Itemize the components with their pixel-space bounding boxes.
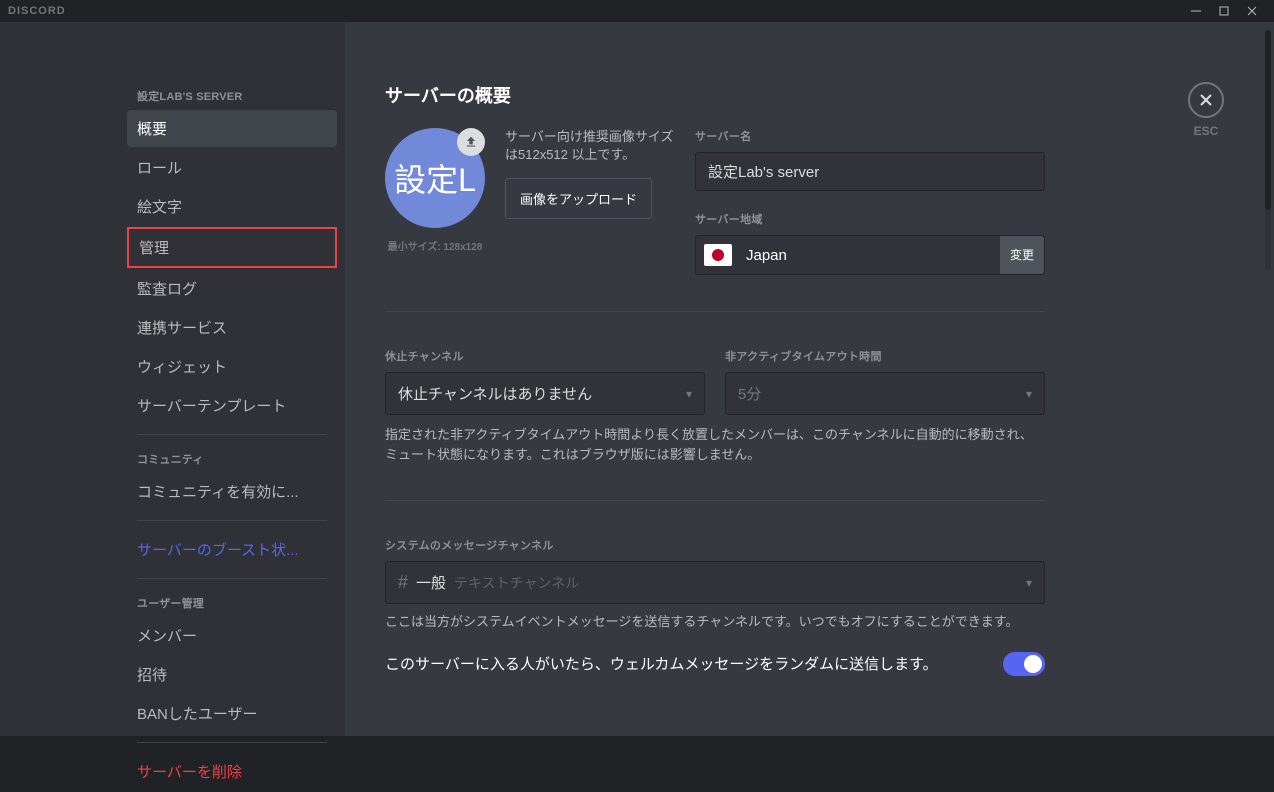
divider [137, 520, 327, 521]
min-size-hint: 最小サイズ: 128x128 [388, 238, 483, 253]
upload-image-button[interactable]: 画像をアップロード [505, 178, 652, 219]
nav-members[interactable]: メンバー [127, 617, 337, 654]
nav-overview[interactable]: 概要 [127, 110, 337, 147]
afk-timeout-label: 非アクティブタイムアウト時間 [725, 348, 1045, 364]
close-window-button[interactable] [1238, 0, 1266, 22]
close-settings-button[interactable] [1188, 82, 1224, 118]
afk-timeout-select[interactable]: 5分 ▾ [725, 372, 1045, 415]
minimize-button[interactable] [1182, 0, 1210, 22]
user-mgmt-header: ユーザー管理 [127, 589, 337, 617]
afk-channel-label: 休止チャンネル [385, 348, 705, 364]
afk-channel-select[interactable]: 休止チャンネルはありません ▾ [385, 372, 705, 415]
nav-audit-log[interactable]: 監査ログ [127, 270, 337, 307]
nav-delete-server[interactable]: サーバーを削除 [127, 753, 337, 790]
app-name: DISCORD [8, 5, 66, 17]
region-name: Japan [740, 236, 1000, 274]
nav-invites[interactable]: 招待 [127, 656, 337, 693]
hash-icon: # [398, 572, 408, 593]
japan-flag-icon [696, 236, 740, 274]
divider [137, 742, 327, 743]
nav-enable-community[interactable]: コミュニティを有効に... [127, 473, 337, 510]
system-channel-category: テキストチャンネル [454, 573, 579, 593]
system-channel-name: 一般 [416, 572, 446, 593]
nav-widget[interactable]: ウィジェット [127, 348, 337, 385]
server-name-input[interactable] [695, 152, 1045, 191]
chevron-down-icon: ▾ [1026, 387, 1032, 401]
nav-templates[interactable]: サーバーテンプレート [127, 387, 337, 424]
afk-timeout-value: 5分 [738, 383, 761, 404]
nav-bans[interactable]: BANしたユーザー [127, 695, 337, 732]
nav-integrations[interactable]: 連携サービス [127, 309, 337, 346]
afk-channel-value: 休止チャンネルはありません [398, 383, 592, 404]
avatar-initials: 設定L [394, 155, 476, 201]
system-channel-select[interactable]: # 一般 テキストチャンネル ▾ [385, 561, 1045, 604]
server-avatar[interactable]: 設定L [385, 128, 485, 228]
close-label: ESC [1194, 124, 1219, 138]
welcome-message-label: このサーバーに入る人がいたら、ウェルカムメッセージをランダムに送信します。 [385, 653, 983, 674]
change-region-button[interactable]: 変更 [1000, 236, 1044, 274]
settings-sidebar: 設定LAB'S SERVER 概要 ロール 絵文字 管理 監査ログ 連携サービス… [0, 22, 345, 736]
server-region-label: サーバー地域 [695, 211, 1045, 227]
nav-server-boost[interactable]: サーバーのブースト状... [127, 531, 337, 568]
nav-moderation[interactable]: 管理 [127, 227, 337, 268]
system-help-text: ここは当方がシステムイベントメッセージを送信するチャンネルです。いつでもオフにす… [385, 612, 1045, 632]
content-area: ESC サーバーの概要 設定L 最小サイズ: 128x128 サーバー向け推奨画… [345, 22, 1274, 736]
section-divider [385, 311, 1045, 312]
divider [137, 578, 327, 579]
maximize-button[interactable] [1210, 0, 1238, 22]
community-header: コミュニティ [127, 445, 337, 473]
afk-help-text: 指定された非アクティブタイムアウト時間より長く放置したメンバーは、このチャンネル… [385, 425, 1045, 464]
nav-emoji[interactable]: 絵文字 [127, 188, 337, 225]
nav-roles[interactable]: ロール [127, 149, 337, 186]
server-region-selector: Japan 変更 [695, 235, 1045, 275]
section-divider [385, 500, 1045, 501]
system-channel-label: システムのメッセージチャンネル [385, 537, 1045, 553]
page-title: サーバーの概要 [385, 82, 1045, 108]
divider [137, 434, 327, 435]
chevron-down-icon: ▾ [686, 387, 692, 401]
titlebar: DISCORD [0, 0, 1274, 22]
chevron-down-icon: ▾ [1026, 576, 1032, 590]
upload-image-icon[interactable] [457, 128, 485, 156]
welcome-message-toggle[interactable] [1003, 652, 1045, 676]
server-settings-header: 設定LAB'S SERVER [127, 82, 337, 110]
scrollbar[interactable] [1265, 30, 1271, 270]
server-name-label: サーバー名 [695, 128, 1045, 144]
image-hint: サーバー向け推奨画像サイズは512x512 以上です。 [505, 128, 675, 164]
